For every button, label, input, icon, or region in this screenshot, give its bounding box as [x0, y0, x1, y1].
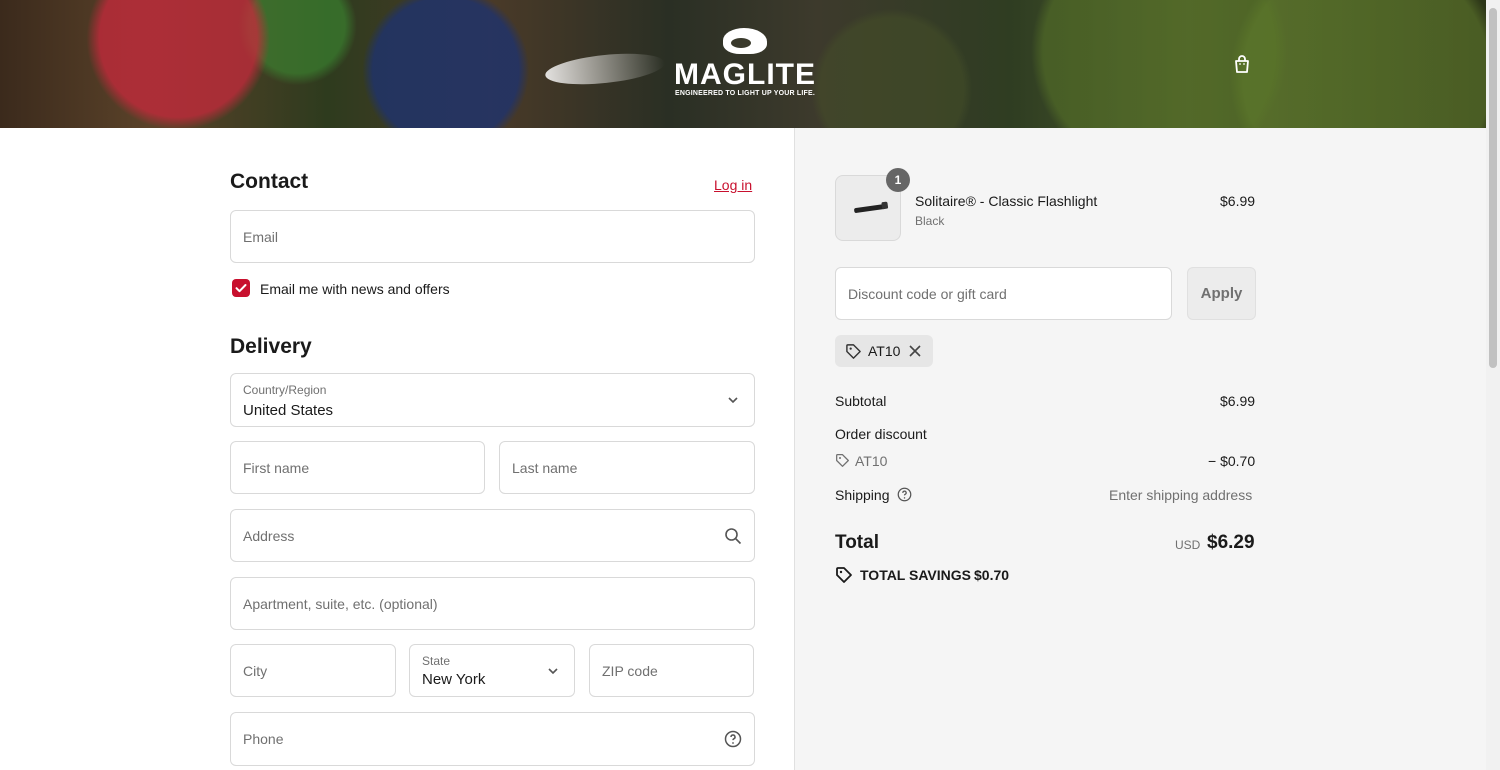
column-divider	[794, 128, 795, 770]
email-field[interactable]: Email	[230, 210, 755, 263]
tag-icon	[836, 454, 849, 467]
last-name-placeholder: Last name	[512, 459, 578, 476]
state-select[interactable]: State New York	[409, 644, 575, 697]
city-field[interactable]: City	[230, 644, 396, 697]
logo-tagline: ENGINEERED TO LIGHT UP YOUR LIFE.	[674, 90, 815, 97]
logo-mark-icon	[723, 28, 767, 54]
scrollbar-thumb[interactable]	[1489, 8, 1497, 368]
shipping-value: Enter shipping address	[1109, 487, 1253, 503]
first-name-field[interactable]: First name	[230, 441, 485, 494]
newsletter-label[interactable]: Email me with news and offers	[260, 281, 450, 297]
subtotal-value: $6.99	[1220, 393, 1256, 409]
tag-icon	[846, 344, 861, 359]
savings-tag-icon	[836, 567, 852, 583]
applied-code: AT10	[868, 343, 901, 359]
total-savings-label: TOTAL SAVINGS	[860, 567, 971, 583]
currency-code: USD	[1175, 538, 1201, 552]
newsletter-checkbox[interactable]	[232, 279, 250, 297]
phone-field[interactable]: Phone	[230, 712, 755, 766]
discount-placeholder: Discount code or gift card	[848, 285, 1007, 302]
total-value: $6.29	[1207, 532, 1255, 553]
country-select[interactable]: Country/Region United States	[230, 373, 755, 427]
logo-brand: MAGLITE	[674, 58, 816, 91]
discount-code-field[interactable]: Discount code or gift card	[835, 267, 1172, 320]
phone-placeholder: Phone	[243, 731, 284, 747]
apartment-field[interactable]: Apartment, suite, etc. (optional)	[230, 577, 755, 630]
product-variant: Black	[915, 214, 945, 228]
discount-code-line: AT10	[855, 453, 888, 469]
city-placeholder: City	[243, 662, 268, 679]
address-placeholder: Address	[243, 527, 295, 544]
close-icon[interactable]	[908, 344, 922, 358]
total-label: Total	[835, 532, 879, 553]
discount-amount: − $0.70	[1208, 453, 1256, 469]
help-circle-icon[interactable]	[724, 730, 742, 748]
login-link[interactable]: Log in	[714, 177, 752, 193]
address-field[interactable]: Address	[230, 509, 755, 562]
last-name-field[interactable]: Last name	[499, 441, 755, 494]
chevron-down-icon	[548, 667, 558, 674]
state-value: New York	[422, 671, 486, 688]
chevron-down-icon	[728, 397, 738, 404]
country-label: Country/Region	[243, 383, 327, 397]
product-price: $6.99	[1220, 193, 1256, 209]
applied-discount-chip: AT10	[835, 335, 933, 367]
state-label: State	[422, 654, 451, 668]
zip-field[interactable]: ZIP code	[589, 644, 754, 697]
product-name: Solitaire® - Classic Flashlight	[915, 193, 1098, 209]
apply-discount-button[interactable]: Apply	[1187, 267, 1256, 320]
shopping-bag-icon[interactable]	[1232, 54, 1252, 74]
help-circle-icon[interactable]	[897, 487, 912, 502]
header-banner: MAGLITE ENGINEERED TO LIGHT UP YOUR LIFE…	[0, 0, 1486, 128]
total-savings-value: $0.70	[974, 567, 1010, 583]
maglite-logo[interactable]: MAGLITE ENGINEERED TO LIGHT UP YOUR LIFE…	[660, 28, 830, 102]
country-value: United States	[243, 402, 334, 419]
email-placeholder: Email	[243, 228, 279, 245]
checkmark-icon	[235, 284, 247, 293]
page-scrollbar[interactable]	[1486, 0, 1500, 770]
delivery-title: Delivery	[230, 335, 312, 358]
order-discount-label: Order discount	[835, 426, 927, 442]
zip-placeholder: ZIP code	[602, 662, 658, 679]
search-icon[interactable]	[724, 527, 742, 545]
shipping-label: Shipping	[835, 487, 890, 503]
first-name-placeholder: First name	[243, 459, 310, 476]
quantity-badge: 1	[886, 168, 910, 192]
contact-title: Contact	[230, 170, 309, 193]
subtotal-label: Subtotal	[835, 393, 887, 409]
apartment-placeholder: Apartment, suite, etc. (optional)	[243, 595, 438, 612]
